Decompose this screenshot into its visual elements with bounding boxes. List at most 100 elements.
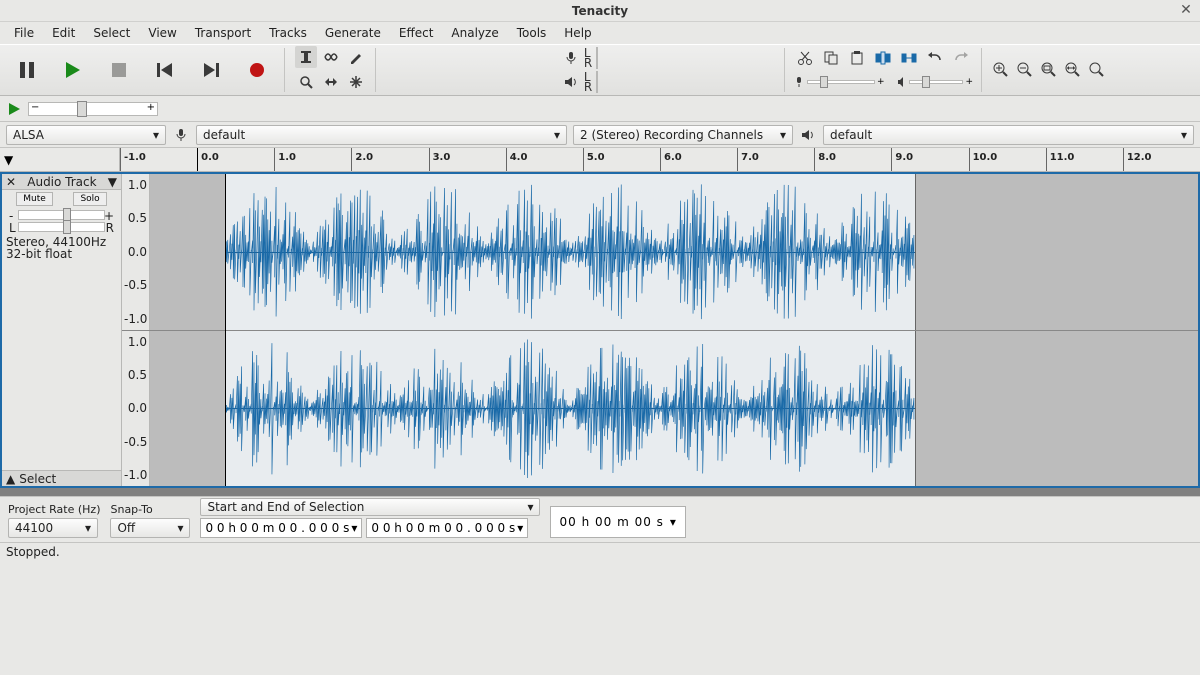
envelope-tool[interactable] <box>320 46 342 68</box>
play-volume-slider[interactable]: + <box>897 71 973 93</box>
recording-meter[interactable]: -54-48-48-12-60 Click to Start Monitorin… <box>596 47 598 69</box>
wave-left[interactable] <box>150 174 1198 330</box>
track-close-button[interactable]: ✕ <box>6 175 16 189</box>
play-lr-labels: LR <box>584 72 592 92</box>
timeline-ruler[interactable]: ▼ -1.00.01.02.03.04.05.06.07.08.09.010.0… <box>0 148 1200 172</box>
selection-mode-value: Start and End of Selection <box>207 500 364 514</box>
play-device-combo[interactable]: default ▾ <box>823 125 1194 145</box>
selection-mode-combo[interactable]: Start and End of Selection ▾ <box>200 498 540 516</box>
redo-button[interactable] <box>949 47 973 69</box>
selection-start-time[interactable]: 0 0 h 0 0 m 0 0 . 0 0 0 s▾ <box>200 518 362 538</box>
speaker-icon <box>799 128 817 142</box>
mic-icon <box>562 51 580 65</box>
track-body[interactable]: 1.00.50.0-0.5-1.0 1.00.50.0-0.5-1.0 <box>122 174 1198 486</box>
paste-button[interactable] <box>845 47 869 69</box>
menu-view[interactable]: View <box>140 24 184 42</box>
playhead-line <box>225 174 226 486</box>
fit-selection-button[interactable] <box>1038 59 1060 81</box>
menu-edit[interactable]: Edit <box>44 24 83 42</box>
ruler-body[interactable]: -1.00.01.02.03.04.05.06.07.08.09.010.011… <box>120 148 1200 171</box>
zoom-toolbar <box>986 45 1112 95</box>
rec-device-combo[interactable]: default▾ <box>196 125 567 145</box>
wave-right[interactable] <box>150 331 1198 487</box>
play-device-value: default <box>830 128 872 142</box>
menu-tools[interactable]: Tools <box>509 24 555 42</box>
tools-toolbar <box>289 45 380 95</box>
device-toolbar: ALSA▾ default ▾ 2 (Stereo) Recording Chan… <box>0 122 1200 148</box>
pan-slider[interactable]: L R <box>18 222 105 232</box>
project-rate-combo[interactable]: 44100▾ <box>8 518 98 538</box>
audio-track: ✕ Audio Track ▼ Mute Solo - + L R <box>0 172 1200 488</box>
snap-to-combo[interactable]: Off ▾ <box>110 518 190 538</box>
track-format-info: Stereo, 44100Hz 32-bit float <box>2 234 121 262</box>
close-icon[interactable]: ✕ <box>1178 2 1194 18</box>
menu-select[interactable]: Select <box>85 24 138 42</box>
solo-button[interactable]: Solo <box>73 192 106 206</box>
window-title: Tenacity <box>572 4 628 18</box>
menu-generate[interactable]: Generate <box>317 24 389 42</box>
menu-effect[interactable]: Effect <box>391 24 442 42</box>
speaker-icon <box>562 75 580 89</box>
chevron-down-icon: ▾ <box>1181 128 1187 142</box>
track-menu-button[interactable]: ▼ <box>108 175 117 189</box>
pin-icon[interactable]: ▼ <box>4 153 13 167</box>
play-at-speed-button[interactable] <box>4 98 26 120</box>
play-button[interactable] <box>50 47 96 93</box>
status-text: Stopped. <box>6 545 60 559</box>
zoom-out-button[interactable] <box>1014 59 1036 81</box>
copy-button[interactable] <box>819 47 843 69</box>
playback-speed-slider[interactable]: −+ <box>28 102 158 116</box>
cut-button[interactable] <box>793 47 817 69</box>
fit-project-button[interactable] <box>1062 59 1084 81</box>
menu-analyze[interactable]: Analyze <box>443 24 506 42</box>
multi-tool[interactable] <box>345 71 367 93</box>
menu-tracks[interactable]: Tracks <box>261 24 315 42</box>
play-meter-ticks: -54-48-42-36-30-24-18-12-60 <box>597 72 598 92</box>
trim-button[interactable] <box>871 47 895 69</box>
chevron-down-icon: ▾ <box>153 128 159 142</box>
transport-toolbar <box>0 45 289 95</box>
tracks-area: ✕ Audio Track ▼ Mute Solo - + L R <box>0 172 1200 496</box>
gain-slider[interactable]: - + <box>18 210 105 220</box>
snap-to-label: Snap-To <box>110 503 190 516</box>
chevron-down-icon: ▾ <box>85 521 91 535</box>
undo-button[interactable] <box>923 47 947 69</box>
main-toolbar: LR -54-48-48-12-60 Click to Start Monito… <box>0 44 1200 96</box>
draw-tool[interactable] <box>345 46 367 68</box>
snap-to-value: Off <box>117 521 135 535</box>
project-rate-label: Project Rate (Hz) <box>8 503 100 516</box>
meters: LR -54-48-48-12-60 Click to Start Monito… <box>380 45 780 95</box>
track-footer-label: Select <box>19 472 56 486</box>
menu-file[interactable]: File <box>6 24 42 42</box>
menu-help[interactable]: Help <box>556 24 599 42</box>
selection-bar: Project Rate (Hz) 44100▾ Snap-To Off ▾ St… <box>0 496 1200 542</box>
audio-position-display[interactable]: 00 h 00 m 00 s▾ <box>550 506 685 538</box>
chevron-down-icon: ▾ <box>527 500 533 514</box>
mic-icon <box>172 128 190 142</box>
collapse-button[interactable]: ▲ <box>6 472 15 486</box>
record-button[interactable] <box>234 47 280 93</box>
timeshift-tool[interactable] <box>320 71 342 93</box>
selection-tool[interactable] <box>295 46 317 68</box>
zoom-in-button[interactable] <box>990 59 1012 81</box>
play-at-speed-bar: −+ <box>0 96 1200 122</box>
chevron-down-icon: ▾ <box>780 128 786 142</box>
skip-end-button[interactable] <box>188 47 234 93</box>
stop-button[interactable] <box>96 47 142 93</box>
silence-button[interactable] <box>897 47 921 69</box>
zoom-tool[interactable] <box>295 71 317 93</box>
pause-button[interactable] <box>4 47 50 93</box>
chevron-down-icon: ▾ <box>177 521 183 535</box>
selection-end-time[interactable]: 0 0 h 0 0 m 0 0 . 0 0 0 s▾ <box>366 518 528 538</box>
rec-volume-slider[interactable]: + <box>793 71 895 93</box>
menu-transport[interactable]: Transport <box>187 24 259 42</box>
playback-meter[interactable]: -54-48-42-36-30-24-18-12-60 <box>596 71 598 93</box>
titlebar: Tenacity ✕ <box>0 0 1200 22</box>
status-bar: Stopped. <box>0 542 1200 560</box>
skip-start-button[interactable] <box>142 47 188 93</box>
audio-host-combo[interactable]: ALSA▾ <box>6 125 166 145</box>
rec-channels-combo[interactable]: 2 (Stereo) Recording Channels ▾ <box>573 125 793 145</box>
mute-button[interactable]: Mute <box>16 192 53 206</box>
zoom-toggle-button[interactable] <box>1086 59 1108 81</box>
rec-channels-value: 2 (Stereo) Recording Channels <box>580 128 763 142</box>
